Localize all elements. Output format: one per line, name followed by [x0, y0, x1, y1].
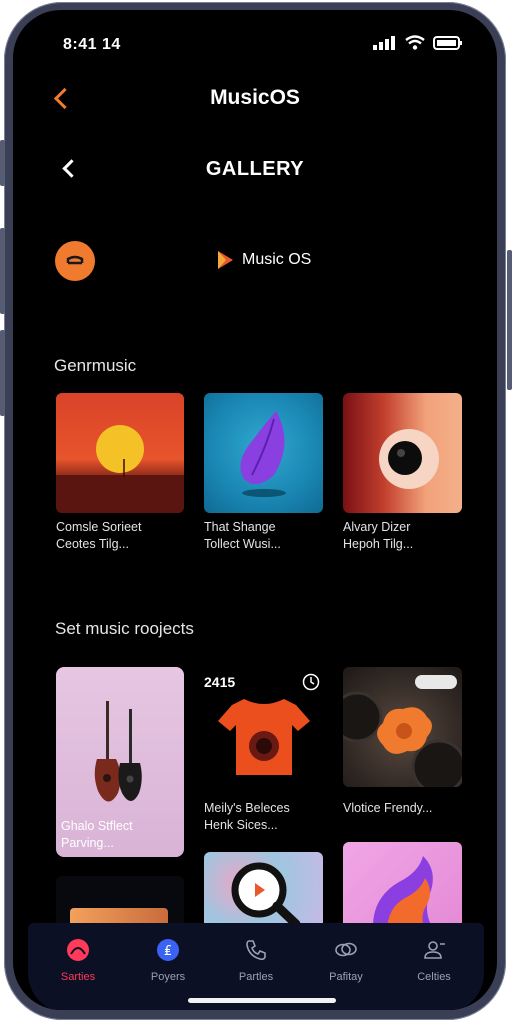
tab-poyers[interactable]: ₤ Poyers	[128, 938, 208, 983]
project-shirt-title: Meily's Beleces	[204, 801, 290, 815]
genre-title-2: That Shange	[204, 520, 276, 534]
side-button	[0, 140, 5, 186]
tab-celties[interactable]: Celties	[394, 938, 474, 983]
profile-icon	[424, 941, 445, 959]
play-logo-icon	[218, 251, 233, 269]
genre-caption-3: Alvary Dizer Hepoh Tilg...	[343, 519, 413, 553]
genre-card-speaker[interactable]	[343, 393, 462, 513]
project-guitars-subtitle: Parving...	[61, 836, 114, 850]
genre-card-feather[interactable]	[204, 393, 323, 513]
tab-poyers-label: Poyers	[150, 971, 186, 983]
genre-title-1: Comsle Sorieet	[56, 520, 142, 534]
project-shirt-caption: Meily's Beleces Henk Sices...	[204, 800, 290, 834]
genre-title-3: Alvary Dizer	[343, 520, 411, 534]
genre-card-sunset[interactable]	[56, 393, 184, 513]
speaker-artwork	[379, 429, 439, 489]
project-card-wave[interactable]	[343, 842, 462, 932]
project-card-guitars[interactable]: Ghalo Stflect Parving...	[56, 667, 184, 857]
project-guitars-title: Ghalo Stflect	[61, 819, 133, 833]
status-time: 8:41 14	[63, 36, 121, 53]
magnifier-artwork	[231, 862, 301, 929]
signal-icon	[373, 35, 395, 50]
tab-celties-label: Celties	[417, 971, 451, 983]
tab-pafitay[interactable]: Pafitay	[306, 938, 386, 983]
genre-subtitle-3: Hepoh Tilg...	[343, 537, 414, 551]
brand-label: Music OS	[242, 251, 312, 268]
project-card-glitter[interactable]	[204, 852, 323, 932]
battery-icon	[433, 35, 462, 50]
feather-artwork	[240, 411, 286, 497]
history-icon[interactable]	[302, 673, 320, 691]
tab-sarties[interactable]: Sarties	[38, 938, 118, 983]
project-flower-toolbar	[415, 675, 457, 689]
svg-text:₤: ₤	[164, 944, 172, 959]
phone-icon	[246, 940, 266, 961]
section-title-genres: Genrmusic	[54, 356, 137, 375]
menu-icon	[66, 255, 84, 265]
side-button	[0, 228, 5, 314]
sunset-artwork	[56, 425, 184, 513]
chat-icon	[335, 942, 357, 957]
project-shirt-badge: 2415	[204, 674, 236, 690]
section-title-projects: Set music roojects	[55, 619, 194, 638]
tab-partles-label: Partles	[238, 971, 274, 983]
wave-artwork	[372, 856, 435, 932]
project-flower-caption: Vlotice Frendy...	[343, 801, 433, 815]
wifi-icon	[405, 35, 425, 50]
status-icons	[373, 35, 463, 50]
tab-pafitay-label: Pafitay	[329, 971, 363, 983]
project-shirt-subtitle: Henk Sices...	[204, 818, 278, 832]
home-indicator[interactable]	[188, 998, 336, 1003]
genre-subtitle-2: Tollect Wusi...	[204, 537, 281, 551]
shirt-artwork	[218, 699, 310, 775]
menu-button[interactable]	[55, 241, 95, 281]
genre-caption-1: Comsle Sorieet Ceotes Tilg...	[56, 519, 141, 553]
record-icon	[67, 939, 89, 961]
page-title: GALLERY	[205, 158, 305, 180]
screen: 8:41 14 MusicOS GALLERY Music OS Genrmus…	[13, 10, 497, 1010]
project-guitars-caption: Ghalo Stflect Parving...	[61, 818, 133, 852]
tab-sarties-label: Sarties	[60, 971, 96, 983]
project-card-flower[interactable]	[343, 667, 462, 787]
bottom-tab-bar: Sarties ₤ Poyers Partles Pafitay Celties	[28, 923, 484, 1010]
project-card-shirt[interactable]: 2415	[204, 667, 323, 787]
genre-subtitle-1: Ceotes Tilg...	[56, 537, 129, 551]
player-icon: ₤	[157, 939, 179, 961]
brand-logo	[216, 250, 234, 275]
side-button	[0, 330, 5, 416]
tab-partles[interactable]: Partles	[216, 938, 296, 983]
genre-caption-2: That Shange Tollect Wusi...	[204, 519, 281, 553]
side-button	[507, 250, 512, 390]
app-title: MusicOS	[210, 86, 300, 109]
